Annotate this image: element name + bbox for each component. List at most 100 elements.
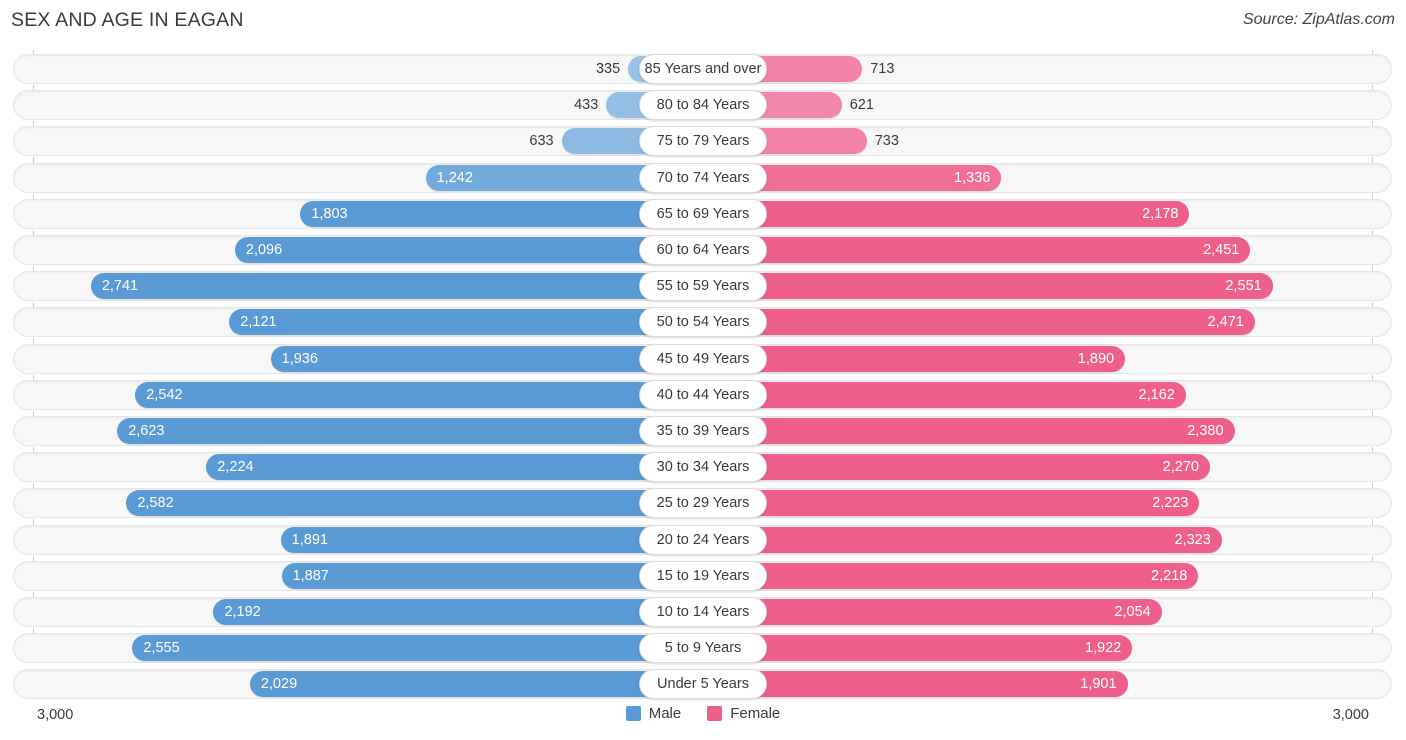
age-group-label: 30 to 34 Years [639, 452, 767, 483]
bar-value-male: 1,891 [291, 531, 328, 548]
bar-female[interactable]: 2,551 [703, 273, 1273, 300]
age-group-row: 2,096 2,451 60 to 64 Years [13, 235, 1392, 265]
legend-swatch-female-icon [707, 706, 723, 721]
bar-value-male: 335 [595, 61, 621, 77]
age-group-label: 5 to 9 Years [639, 633, 767, 664]
sex-and-age-chart: SEX AND AGE IN EAGAN Source: ZipAtlas.co… [0, 0, 1406, 740]
bar-value-male: 2,542 [146, 386, 183, 403]
age-group-row: 2,741 2,551 55 to 59 Years [13, 271, 1392, 302]
age-group-label: 80 to 84 Years [639, 90, 767, 121]
bar-value-male: 2,121 [240, 314, 277, 331]
bar-female[interactable]: 2,323 [703, 526, 1222, 553]
bar-female[interactable]: 2,178 [703, 200, 1190, 227]
bar-value-male: 2,224 [217, 459, 254, 476]
legend-label-female: Female [730, 705, 781, 722]
bar-value-male: 1,887 [292, 567, 329, 584]
age-group-row: 1,242 1,336 70 to 74 Years [13, 162, 1392, 193]
bar-female[interactable]: 2,270 [703, 454, 1210, 481]
age-group-row: 2,029 1,901 Under 5 Years [13, 669, 1392, 700]
bar-value-female: 2,162 [1138, 386, 1175, 403]
bar-female[interactable]: 1,922 [703, 635, 1133, 662]
age-group-row: 433 621 80 to 84 Years [13, 90, 1392, 121]
bar-female[interactable]: 2,451 [703, 237, 1251, 263]
bar-value-male: 1,803 [311, 205, 348, 222]
legend: Male Female [0, 705, 1406, 722]
age-group-row: 2,623 2,380 35 to 39 Years [13, 416, 1392, 446]
bar-value-female: 1,901 [1080, 676, 1117, 693]
age-group-label: 65 to 69 Years [639, 198, 767, 229]
bar-value-female: 2,218 [1151, 567, 1188, 584]
bar-value-female: 2,471 [1207, 314, 1244, 331]
bar-value-male: 1,242 [436, 169, 473, 186]
bar-male[interactable]: 2,555 [132, 635, 703, 662]
age-group-row: 2,121 2,471 50 to 54 Years [13, 307, 1392, 338]
bar-male[interactable]: 2,623 [117, 418, 703, 444]
age-group-row: 1,887 2,218 15 to 19 Years [13, 560, 1392, 591]
bar-female[interactable]: 2,054 [703, 599, 1162, 625]
bar-female[interactable]: 2,380 [703, 418, 1235, 444]
age-group-label: 60 to 64 Years [639, 235, 767, 265]
page-title: SEX AND AGE IN EAGAN [11, 9, 244, 31]
age-group-label: 55 to 59 Years [639, 271, 767, 302]
legend-item-female[interactable]: Female [707, 705, 780, 722]
bar-value-male: 2,555 [143, 640, 180, 657]
bar-value-male: 2,096 [245, 242, 283, 258]
bar-value-female: 2,270 [1162, 459, 1199, 476]
age-group-label: 40 to 44 Years [639, 379, 767, 410]
age-group-row: 2,555 1,922 5 to 9 Years [13, 633, 1392, 664]
bar-male[interactable]: 2,224 [206, 454, 703, 481]
age-group-label: 70 to 74 Years [639, 162, 767, 193]
age-group-row: 633 733 75 to 79 Years [13, 126, 1392, 157]
legend-swatch-male-icon [625, 706, 641, 721]
bar-male[interactable]: 2,192 [213, 599, 703, 625]
bar-male[interactable]: 2,121 [229, 309, 703, 336]
age-group-label: 35 to 39 Years [639, 416, 767, 446]
bar-value-male: 433 [574, 97, 599, 114]
bar-value-female: 2,323 [1174, 531, 1211, 548]
age-group-row: 1,803 2,178 65 to 69 Years [13, 198, 1392, 229]
age-group-label: 20 to 24 Years [639, 524, 767, 555]
age-group-label: Under 5 Years [639, 669, 767, 700]
bar-female[interactable]: 2,218 [703, 562, 1199, 589]
age-group-row: 1,891 2,323 20 to 24 Years [13, 524, 1392, 555]
bar-value-female: 2,054 [1114, 604, 1151, 620]
age-group-label: 15 to 19 Years [639, 560, 767, 591]
legend-label-male: Male [648, 705, 682, 722]
age-group-row: 2,542 2,162 40 to 44 Years [13, 379, 1392, 410]
bar-female[interactable]: 2,471 [703, 309, 1255, 336]
age-group-label: 50 to 54 Years [639, 307, 767, 338]
age-group-label: 75 to 79 Years [639, 126, 767, 157]
bar-male[interactable]: 2,096 [234, 237, 703, 263]
age-group-row: 1,936 1,890 45 to 49 Years [13, 343, 1392, 374]
bar-value-male: 633 [529, 133, 554, 150]
legend-item-male[interactable]: Male [625, 705, 682, 722]
age-group-row: 2,192 2,054 10 to 14 Years [13, 597, 1392, 627]
bar-value-female: 733 [874, 133, 899, 150]
age-group-label: 45 to 49 Years [639, 343, 767, 374]
bar-value-male: 2,623 [128, 423, 165, 439]
age-group-row: 2,224 2,270 30 to 34 Years [13, 452, 1392, 483]
bar-value-female: 2,178 [1142, 205, 1179, 222]
age-group-row: 2,582 2,223 25 to 29 Years [13, 488, 1392, 519]
source-attribution: Source: ZipAtlas.com [1242, 11, 1395, 28]
bar-male[interactable]: 2,542 [135, 381, 703, 408]
bar-value-female: 2,551 [1225, 278, 1262, 295]
age-group-label: 10 to 14 Years [639, 597, 767, 627]
age-group-label: 25 to 29 Years [639, 488, 767, 519]
age-group-label: 85 Years and over [639, 54, 767, 84]
age-group-row: 335 713 85 Years and over [13, 54, 1392, 84]
bar-male[interactable]: 2,029 [249, 671, 703, 698]
bar-value-male: 2,582 [137, 495, 174, 512]
bar-value-male: 2,741 [101, 278, 139, 295]
bar-value-female: 1,336 [954, 169, 991, 186]
bar-female[interactable]: 2,162 [703, 381, 1186, 408]
bar-female[interactable]: 2,223 [703, 490, 1200, 517]
bar-value-female: 621 [849, 97, 874, 114]
bar-value-male: 2,029 [260, 676, 298, 693]
plot-area: 335 713 85 Years and over 433 621 80 to 84 Ye… [0, 50, 1406, 702]
bar-male[interactable]: 2,582 [126, 490, 703, 517]
bar-male[interactable]: 2,741 [90, 273, 703, 300]
bar-value-female: 713 [870, 61, 895, 77]
bar-value-female: 1,890 [1077, 350, 1115, 367]
bar-value-female: 2,380 [1187, 423, 1224, 439]
